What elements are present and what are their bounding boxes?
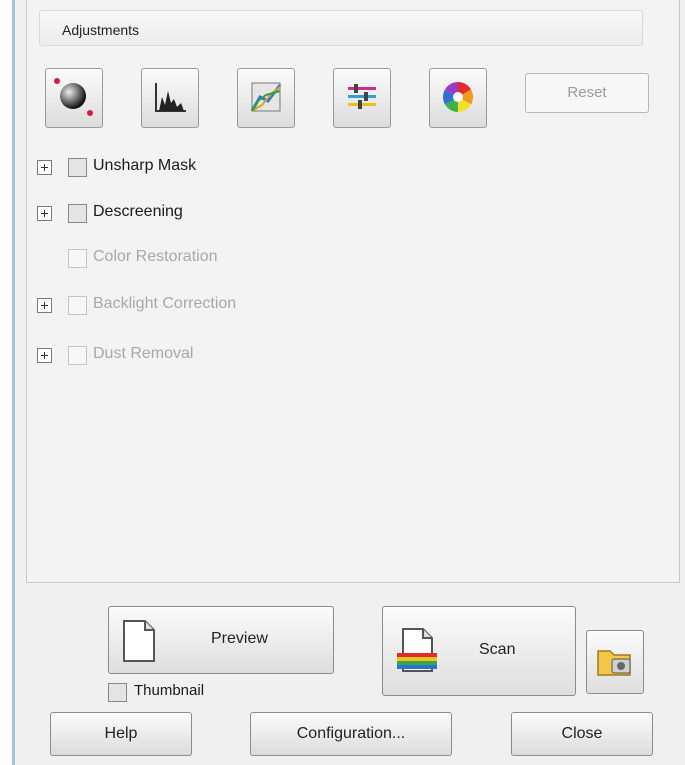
color-restoration-label: Color Restoration <box>93 248 218 265</box>
thumbnail-label: Thumbnail <box>134 682 205 699</box>
window-left-edge <box>0 0 15 765</box>
descreening-checkbox[interactable] <box>68 204 87 223</box>
unsharp-mask-label: Unsharp Mask <box>93 157 197 174</box>
help-button[interactable]: Help <box>50 712 192 756</box>
descreening-label: Descreening <box>93 203 183 220</box>
adjustments-title: Adjustments <box>62 22 140 38</box>
preview-label: Preview <box>211 630 268 647</box>
color-balance-button[interactable] <box>333 68 391 128</box>
color-palette-icon <box>442 82 474 112</box>
configuration-button[interactable]: Configuration... <box>250 712 452 756</box>
tone-curve-button[interactable] <box>237 68 295 128</box>
adjustments-panel: Adjustments Reset Unsharp Mask Descreeni… <box>26 0 680 583</box>
option-dust-removal: Dust Removal <box>37 345 337 367</box>
option-color-restoration: Color Restoration <box>37 248 337 270</box>
dust-removal-checkbox <box>68 346 87 365</box>
scan-document-icon <box>397 628 437 672</box>
option-unsharp-mask: Unsharp Mask <box>37 157 337 179</box>
preview-button[interactable]: Preview <box>108 606 334 674</box>
backlight-correction-label: Backlight Correction <box>93 295 237 312</box>
option-backlight-correction: Backlight Correction <box>37 295 337 317</box>
dust-removal-label: Dust Removal <box>93 345 194 362</box>
close-button[interactable]: Close <box>511 712 653 756</box>
expand-icon[interactable] <box>37 206 52 221</box>
color-balance-icon <box>348 84 376 109</box>
histogram-button[interactable] <box>141 68 199 128</box>
adjustments-header: Adjustments <box>39 10 643 46</box>
reset-button[interactable]: Reset <box>525 73 649 113</box>
backlight-correction-checkbox <box>68 296 87 315</box>
document-icon <box>123 620 155 662</box>
expand-icon[interactable] <box>37 298 52 313</box>
folder-icon <box>597 650 631 676</box>
expand-icon[interactable] <box>37 160 52 175</box>
scan-button[interactable]: Scan <box>382 606 576 696</box>
expand-icon[interactable] <box>37 348 52 363</box>
color-restoration-checkbox <box>68 249 87 268</box>
unsharp-mask-checkbox[interactable] <box>68 158 87 177</box>
color-palette-button[interactable] <box>429 68 487 128</box>
scan-label: Scan <box>479 641 516 658</box>
auto-exposure-icon <box>54 78 93 116</box>
histogram-icon <box>155 83 186 112</box>
option-descreening: Descreening <box>37 203 337 225</box>
thumbnail-checkbox[interactable] <box>108 683 127 702</box>
open-folder-button[interactable] <box>586 630 644 694</box>
tone-curve-icon <box>250 82 282 112</box>
auto-exposure-button[interactable] <box>45 68 103 128</box>
